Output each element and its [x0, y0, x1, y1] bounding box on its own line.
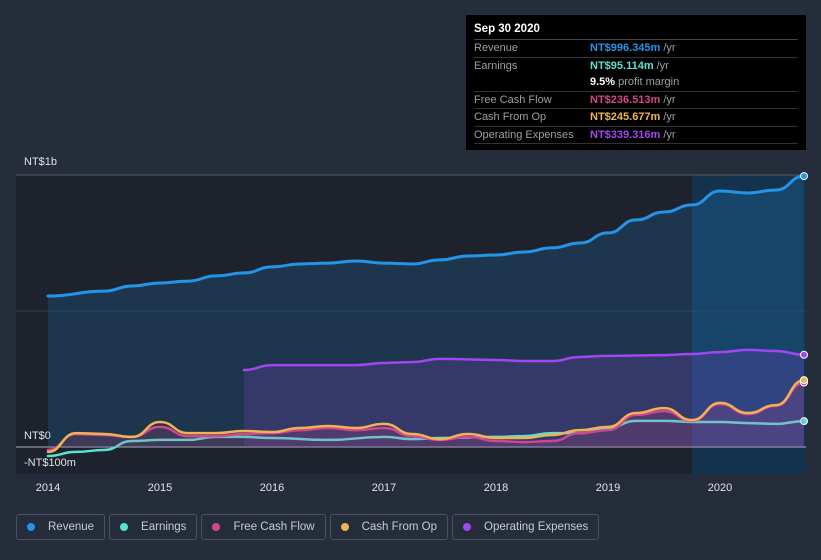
x-tick-label: 2014 [36, 482, 60, 494]
legend-item-revenue[interactable]: Revenue [16, 514, 106, 540]
tooltip-row: Free Cash Flow NT$236.513m/yr [474, 92, 798, 109]
legend-item-operating-expenses[interactable]: Operating Expenses [452, 514, 600, 540]
tooltip-row: Revenue NT$996.345m/yr [474, 40, 798, 58]
tooltip-row: Earnings NT$95.114m/yr [474, 58, 798, 75]
x-tick-label: 2016 [260, 482, 284, 494]
legend-item-cash-from-op[interactable]: Cash From Op [329, 514, 449, 540]
legend-dot-icon [340, 523, 349, 531]
tooltip: Sep 30 2020 Revenue NT$996.345m/yr Earning… [466, 15, 806, 150]
tooltip-value: 9.5% [590, 76, 616, 89]
tooltip-label: Cash From Op [474, 111, 547, 124]
tooltip-date: Sep 30 2020 [474, 23, 798, 40]
tooltip-unit: /yr [663, 111, 676, 124]
tooltip-unit: /yr [663, 42, 676, 55]
tooltip-label: Earnings [474, 59, 518, 72]
tooltip-value: NT$996.345m [590, 42, 661, 55]
legend-label: Free Cash Flow [233, 521, 315, 533]
y-tick-label: -NT$100m [24, 457, 76, 469]
legend-item-earnings[interactable]: Earnings [109, 514, 198, 540]
y-tick-label: NT$1b [24, 156, 57, 168]
tooltip-value: NT$95.114m [590, 59, 654, 72]
legend-dot-icon [120, 523, 129, 531]
y-tick-label: NT$0 [24, 430, 51, 442]
tooltip-label: Operating Expenses [474, 128, 574, 141]
legend-label: Earnings [141, 521, 187, 533]
tooltip-row: Operating Expenses NT$339.316m/yr [474, 127, 798, 144]
x-tick-label: 2015 [148, 482, 172, 494]
x-tick-label: 2019 [596, 482, 620, 494]
tooltip-unit: profit margin [618, 76, 680, 89]
tooltip-value: NT$245.677m [590, 111, 661, 124]
tooltip-unit: /yr [663, 93, 676, 106]
revenue-end-point [800, 172, 808, 181]
x-tick-label: 2020 [708, 482, 732, 494]
legend-label: Operating Expenses [484, 521, 589, 533]
operating-expenses-end-point [800, 350, 808, 359]
tooltip-unit: /yr [656, 59, 669, 72]
legend-dot-icon [212, 523, 221, 531]
legend-dot-icon [463, 523, 472, 531]
cash-from-op-end-point [800, 376, 808, 385]
legend-label: Cash From Op [361, 521, 438, 533]
tooltip-value: NT$236.513m [590, 93, 661, 106]
tooltip-value: NT$339.316m [590, 128, 661, 141]
tooltip-label: Free Cash Flow [474, 93, 552, 106]
tooltip-unit: /yr [663, 128, 676, 141]
legend: Revenue Earnings Free Cash Flow Cash From O… [16, 514, 600, 540]
tooltip-row: 9.5% profit margin [474, 74, 798, 92]
legend-dot-icon [27, 523, 35, 531]
x-tick-label: 2018 [484, 482, 508, 494]
x-tick-label: 2017 [372, 482, 396, 494]
legend-label: Revenue [48, 521, 95, 533]
tooltip-label: Revenue [474, 42, 519, 55]
legend-item-free-cash-flow[interactable]: Free Cash Flow [201, 514, 326, 540]
tooltip-row: Cash From Op NT$245.677m/yr [474, 109, 798, 127]
